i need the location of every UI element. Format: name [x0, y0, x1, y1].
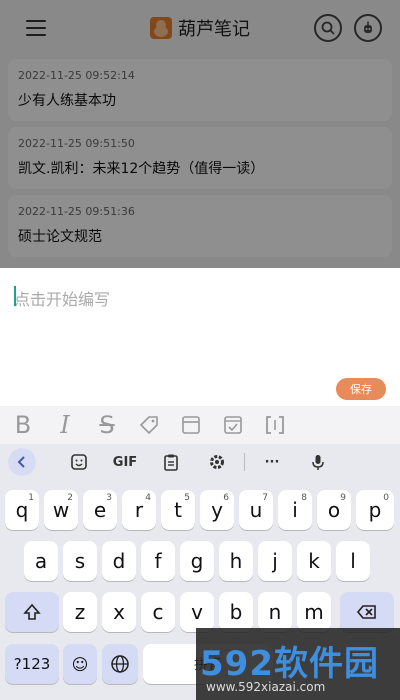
key-e[interactable]: e3: [83, 490, 117, 530]
key-w[interactable]: w2: [44, 490, 78, 530]
key-z[interactable]: z: [63, 592, 97, 632]
key-p[interactable]: p0: [356, 490, 394, 530]
backspace-key[interactable]: [340, 592, 394, 632]
key-g[interactable]: g: [180, 541, 214, 581]
key-t[interactable]: t5: [161, 490, 195, 530]
note-editor: 点击开始编写 保存: [0, 268, 400, 406]
key-y[interactable]: y6: [200, 490, 234, 530]
key-a[interactable]: a: [24, 541, 58, 581]
keyboard-toolbar: GIF ···: [0, 444, 400, 480]
checkbox-icon[interactable]: [220, 412, 246, 438]
key-r[interactable]: r4: [122, 490, 156, 530]
key-k[interactable]: k: [297, 541, 331, 581]
key-q[interactable]: q1: [5, 490, 39, 530]
gear-icon[interactable]: [194, 447, 240, 477]
key-x[interactable]: x: [102, 592, 136, 632]
text-caret: [14, 286, 16, 306]
key-c[interactable]: c: [141, 592, 175, 632]
strikethrough-icon[interactable]: S: [94, 411, 120, 439]
toolbar-divider: [244, 453, 245, 471]
key-o[interactable]: o9: [317, 490, 351, 530]
watermark-url: www.592xiazai.com: [206, 680, 326, 694]
gif-button[interactable]: GIF: [102, 447, 148, 477]
key-m[interactable]: m: [297, 592, 331, 632]
key-s[interactable]: s: [63, 541, 97, 581]
more-icon[interactable]: ···: [249, 447, 295, 477]
key-b[interactable]: b: [219, 592, 253, 632]
note-text-input[interactable]: 点击开始编写: [14, 286, 110, 310]
numbers-key[interactable]: ?123: [5, 644, 59, 684]
key-v[interactable]: v: [180, 592, 214, 632]
key-f[interactable]: f: [141, 541, 175, 581]
chevron-left-icon[interactable]: [8, 448, 36, 476]
emoji-key[interactable]: ☺: [63, 644, 97, 684]
shift-key[interactable]: [5, 592, 59, 632]
key-j[interactable]: j: [258, 541, 292, 581]
key-h[interactable]: h: [219, 541, 253, 581]
bracket-icon[interactable]: [262, 412, 288, 438]
italic-icon[interactable]: I: [52, 411, 78, 439]
key-l[interactable]: l: [336, 541, 370, 581]
window-icon[interactable]: [178, 412, 204, 438]
microphone-icon[interactable]: [295, 447, 341, 477]
key-d[interactable]: d: [102, 541, 136, 581]
save-button[interactable]: 保存: [336, 378, 386, 400]
key-n[interactable]: n: [258, 592, 292, 632]
key-i[interactable]: i8: [278, 490, 312, 530]
tag-icon[interactable]: [136, 412, 162, 438]
key-u[interactable]: u7: [239, 490, 273, 530]
globe-icon[interactable]: [102, 644, 138, 684]
format-toolbar: B I S: [0, 406, 400, 444]
sticker-icon[interactable]: [56, 447, 102, 477]
dim-overlay[interactable]: [0, 0, 400, 268]
clipboard-icon[interactable]: [148, 447, 194, 477]
bold-icon[interactable]: B: [10, 411, 36, 439]
watermark-logo: 592软件园: [200, 644, 379, 684]
